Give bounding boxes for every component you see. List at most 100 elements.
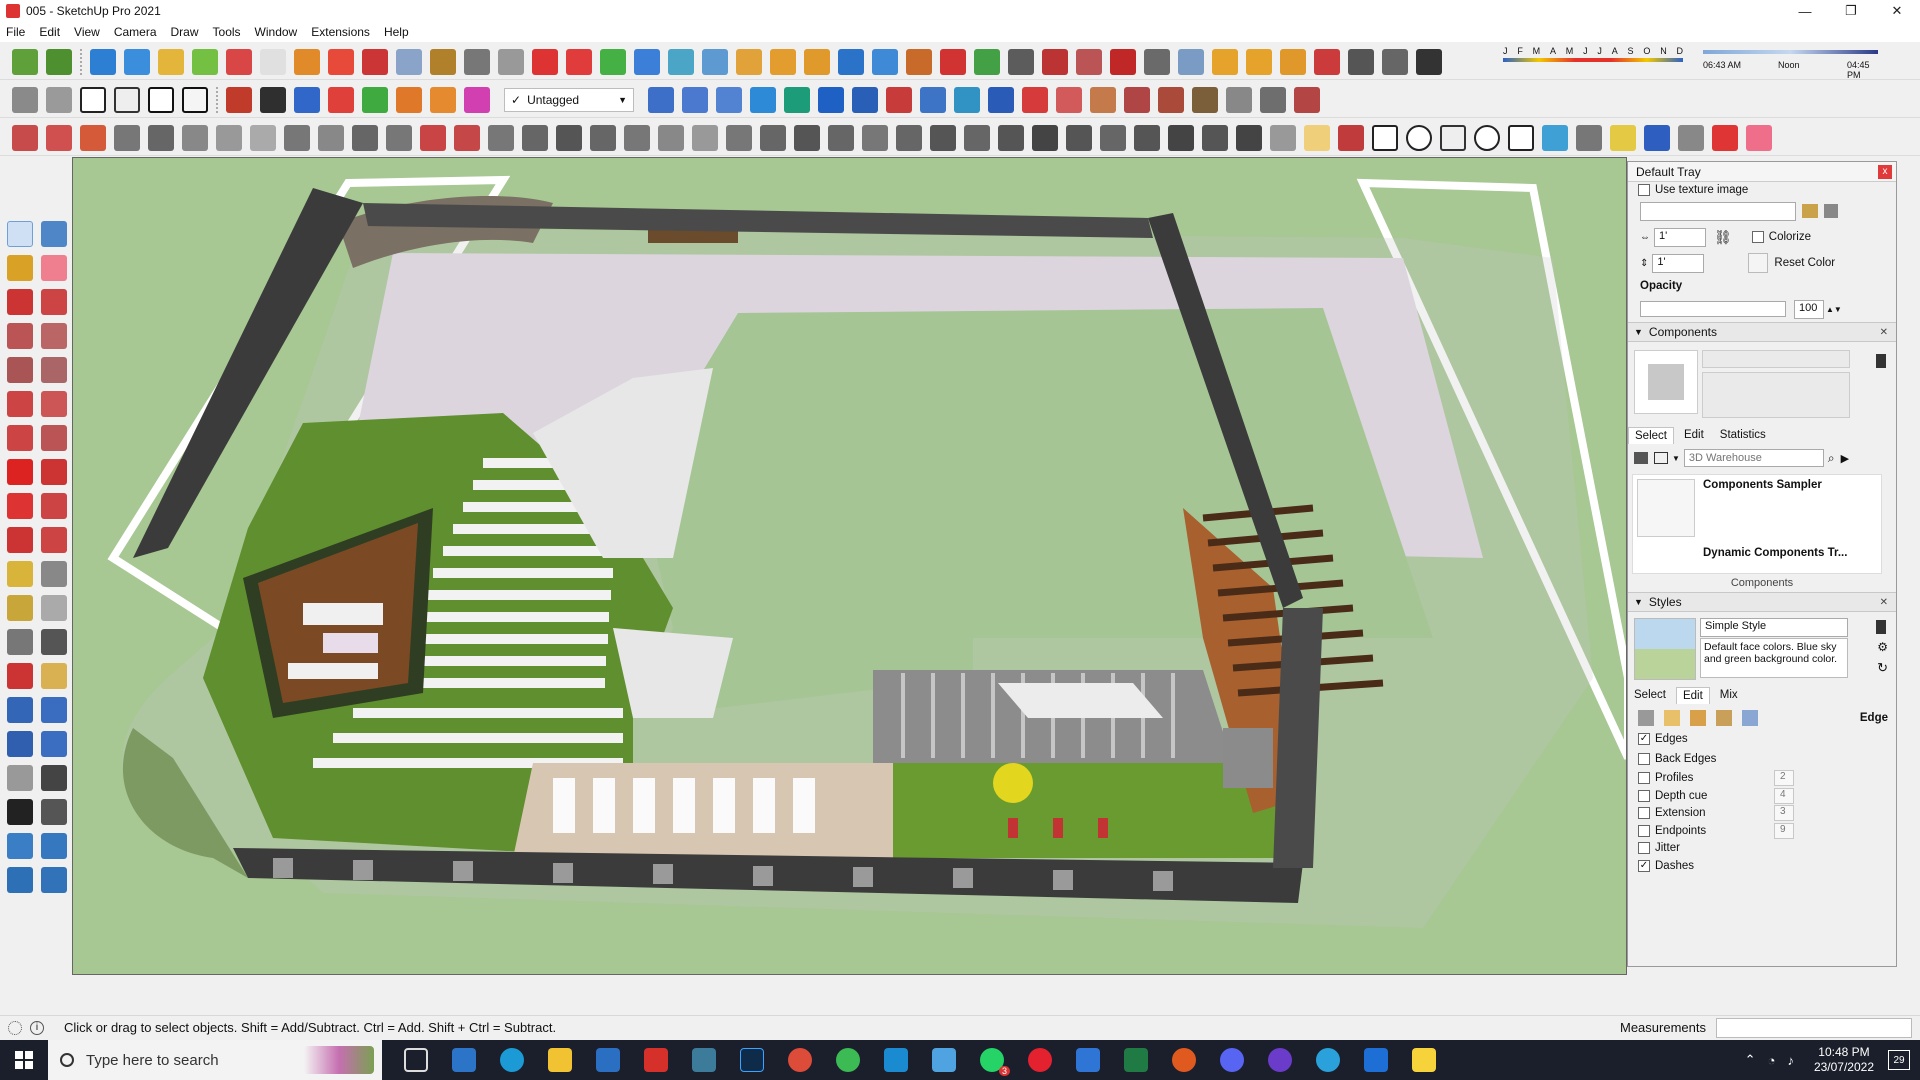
rectangle-icon[interactable] [7,323,33,349]
styles-tab-select[interactable]: Select [1634,689,1666,701]
cone-icon[interactable] [668,48,694,75]
styles-tab-mix[interactable]: Mix [1720,689,1738,701]
grammarly-icon[interactable] [1172,1048,1196,1072]
collapse-triangle-icon[interactable]: ▼ [1634,597,1643,607]
texture-height-field[interactable]: 1' [1652,253,1705,273]
pipe-icon[interactable] [216,124,242,151]
3d-text-icon[interactable] [41,629,67,655]
back-view-icon[interactable] [226,48,252,75]
sphere-icon[interactable] [284,124,310,151]
pyramid-icon[interactable] [702,48,728,75]
style-name-field[interactable]: Simple Style [1700,618,1848,637]
gear-icon[interactable] [148,124,174,151]
pie-icon[interactable] [41,425,67,451]
line-red-icon[interactable] [420,124,446,151]
zoom-extents-icon[interactable] [7,731,33,757]
select-arrow-icon[interactable] [7,221,33,247]
undo-red-icon[interactable] [1022,86,1048,113]
right-box-icon[interactable] [46,86,72,113]
component-name-field[interactable] [1702,350,1850,368]
model-canvas[interactable] [73,158,1627,975]
collapse-triangle-icon[interactable]: ▼ [1634,327,1643,337]
edge-setting-value[interactable]: 9 [1774,822,1794,839]
toolbar-grip[interactable] [80,48,84,75]
grid-block-icon[interactable] [1032,124,1058,151]
zoom-icon[interactable] [7,697,33,723]
notes-icon[interactable] [932,1048,956,1072]
menu-extensions[interactable]: Extensions [311,25,370,39]
info-icon[interactable]: i [30,1020,44,1035]
bean-icon[interactable] [1644,124,1670,151]
menu-file[interactable]: File [6,25,25,39]
edge-setting-checkbox[interactable]: ✓ [1638,859,1650,872]
minimize-button[interactable]: — [1782,0,1828,22]
target-icon[interactable] [1678,124,1704,151]
lasso-icon[interactable] [1348,48,1374,75]
flower-icon[interactable] [1576,124,1602,151]
tile-2-icon[interactable] [1246,48,1272,75]
edge-setting-checkbox[interactable] [1638,789,1650,802]
edge-setting-checkbox[interactable] [1638,824,1650,837]
styles-header[interactable]: ▼ Styles ✕ [1628,592,1896,612]
railing-icon[interactable] [590,124,616,151]
menu-help[interactable]: Help [384,25,409,39]
leaf-icon[interactable] [1610,124,1636,151]
flip-icon[interactable] [454,124,480,151]
axes-icon[interactable] [7,629,33,655]
bars-icon[interactable] [1100,124,1126,151]
move-icon[interactable] [7,459,33,485]
task-view-icon[interactable] [404,1048,428,1072]
curve-icon[interactable] [498,48,524,75]
front-view-icon[interactable] [90,48,116,75]
circle-tool-icon[interactable] [838,48,864,75]
menu-edit[interactable]: Edit [39,25,60,39]
follow-me-icon[interactable] [41,493,67,519]
curve-red-icon[interactable] [12,124,38,151]
components-tab-select[interactable]: Select [1628,426,1674,444]
mirror-icon[interactable] [954,86,980,113]
tape-measure-icon[interactable] [7,561,33,587]
tape-icon[interactable] [430,48,456,75]
components-search-input[interactable] [1683,449,1824,467]
link-icon[interactable] [464,48,490,75]
zoom-window-icon[interactable] [41,697,67,723]
slash-blue-icon[interactable] [648,86,674,113]
sandbox-icon[interactable] [7,833,33,859]
component-desc-field[interactable] [1702,372,1850,418]
house-plan-icon[interactable] [182,86,208,113]
arc-icon[interactable] [770,48,796,75]
section-cut-icon[interactable] [362,48,388,75]
lock-chain-icon[interactable]: ⛓ [1714,229,1732,246]
extension-warehouse-icon[interactable] [46,48,72,75]
section-fill-icon[interactable] [328,48,354,75]
push-orange-2-icon[interactable] [430,86,456,113]
look-around-icon[interactable] [41,765,67,791]
redo-red-icon[interactable] [988,86,1014,113]
calculator-icon[interactable] [452,1048,476,1072]
acrobat-icon[interactable] [644,1048,668,1072]
cube-color-icon[interactable] [750,86,776,113]
ring-icon[interactable] [1134,124,1160,151]
menu-draw[interactable]: Draw [171,25,199,39]
wall-icon[interactable] [1192,86,1218,113]
drape-tool-icon[interactable] [41,867,67,893]
polyline-icon[interactable] [46,124,72,151]
fillet-icon[interactable] [804,48,830,75]
menu-camera[interactable]: Camera [114,25,157,39]
scissors-icon[interactable] [114,124,140,151]
sketchup-2-icon[interactable] [884,1048,908,1072]
ellipse-icon[interactable] [1474,124,1500,151]
component-details-icon[interactable] [1876,354,1886,368]
shape-brown-icon[interactable] [1090,86,1116,113]
edge-setting-checkbox[interactable]: ✓ [1638,732,1650,745]
measurements-input[interactable] [1716,1018,1912,1038]
solid-union-icon[interactable] [1008,48,1034,75]
polygon-icon[interactable] [41,357,67,383]
arc-2pt-icon[interactable] [41,391,67,417]
eraser-icon[interactable] [41,255,67,281]
shadow-settings[interactable]: J F M A M J J A S O N D 06:43 AM Noon 04… [1475,46,1880,80]
colorize-checkbox[interactable] [1751,231,1764,243]
whatsapp-icon[interactable]: 3 [980,1048,1010,1076]
diamond-icon[interactable] [1270,124,1296,151]
box-icon[interactable] [906,48,932,75]
